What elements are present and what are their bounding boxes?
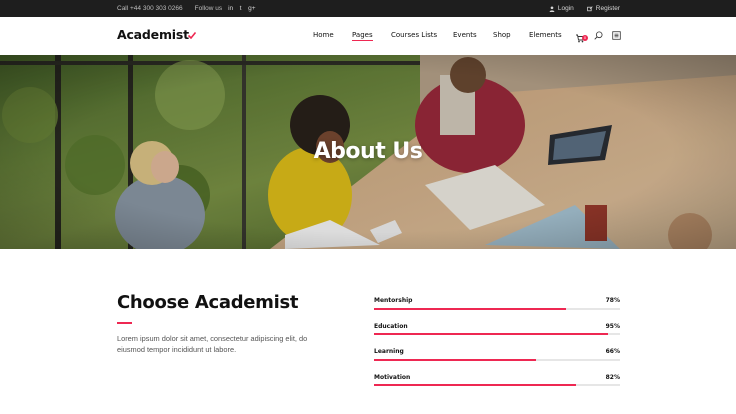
- user-icon: [549, 5, 555, 12]
- nav-events[interactable]: Events: [453, 31, 477, 39]
- progress-fill: [374, 307, 566, 310]
- menu-list-icon[interactable]: [612, 30, 621, 40]
- progress-fill: [374, 384, 576, 386]
- header-icons: 0: [575, 30, 621, 43]
- cart-count-badge: 0: [582, 35, 588, 41]
- phone-number: Call +44 300 303 0266: [117, 5, 183, 12]
- twitter-icon[interactable]: t: [238, 5, 243, 12]
- follow-us: Follow us in t g+: [195, 5, 256, 12]
- skill-label: Education: [374, 322, 408, 330]
- progress-track: [374, 358, 620, 361]
- register-label: Register: [595, 5, 620, 12]
- nav-pages[interactable]: Pages: [352, 31, 373, 41]
- search-icon[interactable]: [594, 30, 603, 40]
- section-description: Lorem ipsum dolor sit amet, consectetur …: [117, 334, 308, 354]
- site-logo[interactable]: Academist: [117, 27, 196, 42]
- skills-progress-list: Mentorship 78% Education 95% Learning 66…: [374, 297, 620, 399]
- skill-value: 82%: [605, 373, 620, 381]
- skill-label: Motivation: [374, 373, 411, 381]
- linkedin-icon[interactable]: in: [228, 5, 233, 12]
- logo-check-icon: [187, 32, 196, 39]
- skill-value: 78%: [605, 297, 620, 304]
- top-bar-left: Call +44 300 303 0266 Follow us in t g+: [117, 0, 256, 17]
- skill-mentorship: Mentorship 78%: [374, 297, 620, 323]
- progress-track: [374, 333, 620, 335]
- page-title: About Us: [313, 139, 423, 164]
- skill-value: 66%: [605, 348, 620, 355]
- skill-education: Education 95%: [374, 323, 620, 349]
- section-title: Choose Academist: [117, 292, 299, 313]
- logo-text: Academist: [117, 27, 189, 42]
- top-bar-right: Login Register: [549, 0, 620, 17]
- progress-track: [374, 384, 620, 386]
- main-header: Academist Home Pages Courses Lists Event…: [0, 17, 736, 55]
- social-links: in t g+: [228, 5, 255, 12]
- top-bar: Call +44 300 303 0266 Follow us in t g+ …: [0, 0, 736, 17]
- login-link[interactable]: Login: [549, 5, 574, 12]
- register-link[interactable]: Register: [586, 5, 620, 12]
- progress-fill: [374, 333, 608, 335]
- nav-elements[interactable]: Elements: [529, 31, 562, 39]
- skill-label: Learning: [374, 348, 404, 355]
- login-label: Login: [557, 5, 574, 12]
- nav-courses-lists[interactable]: Courses Lists: [391, 31, 437, 39]
- skill-value: 95%: [605, 322, 620, 330]
- nav-shop[interactable]: Shop: [493, 31, 511, 39]
- follow-label: Follow us: [194, 5, 223, 12]
- progress-track: [374, 307, 620, 310]
- nav-home[interactable]: Home: [313, 31, 334, 39]
- google-plus-icon[interactable]: g+: [248, 5, 255, 12]
- skill-learning: Learning 66%: [374, 348, 620, 374]
- skill-label: Mentorship: [374, 297, 413, 304]
- skill-motivation: Motivation 82%: [374, 374, 620, 400]
- cart-button[interactable]: 0: [575, 30, 588, 43]
- register-icon: [586, 5, 593, 11]
- hero-banner: About Us: [0, 55, 736, 249]
- progress-fill: [374, 358, 537, 361]
- title-accent-divider: [117, 322, 132, 324]
